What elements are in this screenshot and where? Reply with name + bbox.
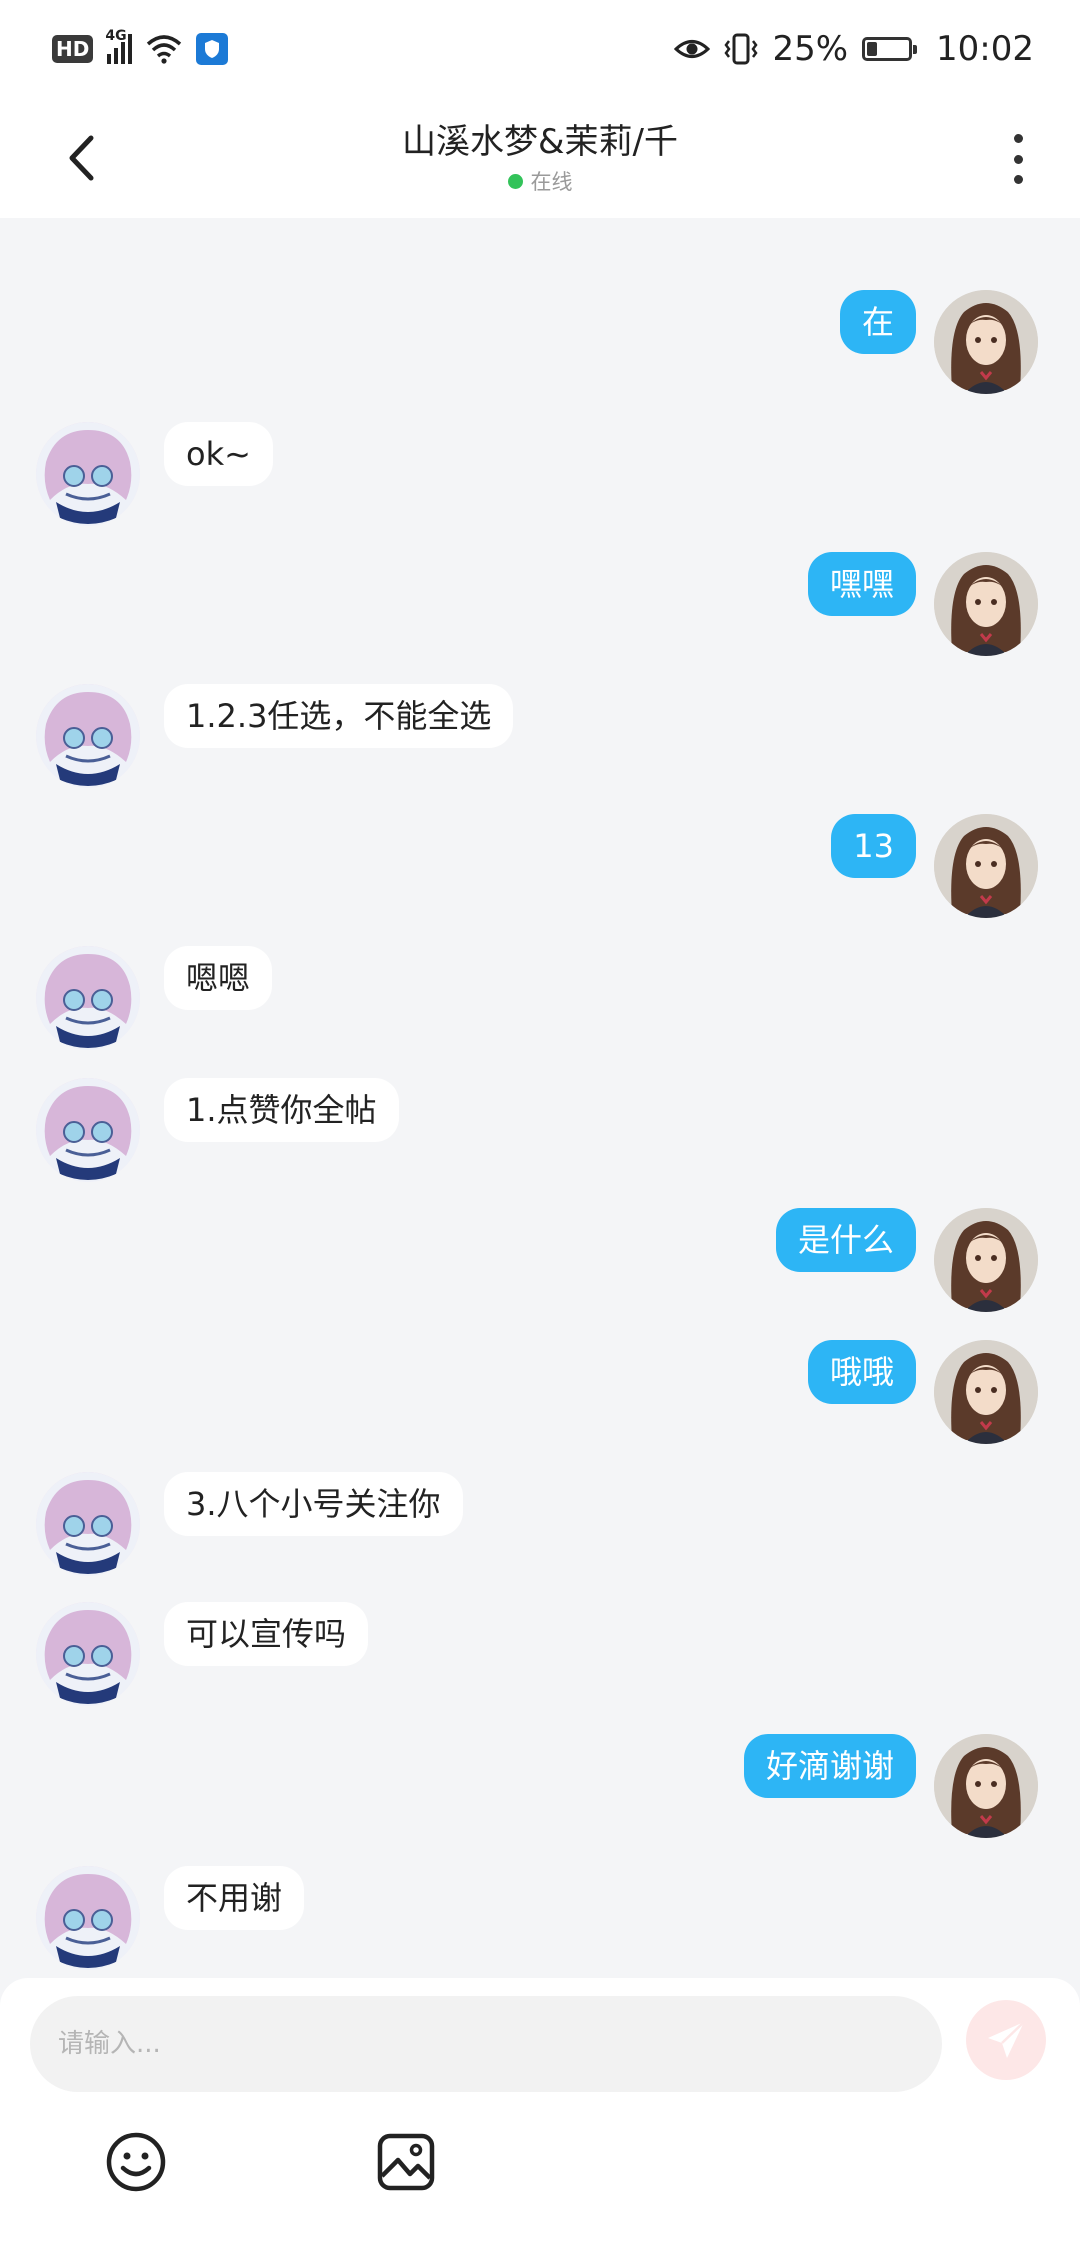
- sent-message-bubble[interactable]: 在: [839, 290, 916, 354]
- received-message-bubble[interactable]: 1.2.3任选，不能全选: [164, 684, 514, 748]
- received-message-bubble[interactable]: 嗯嗯: [164, 946, 273, 1010]
- chat-header: 山溪水梦&茉莉/千 在线: [0, 98, 1080, 218]
- received-message-bubble[interactable]: ok~: [164, 422, 273, 486]
- eye-icon: [674, 36, 711, 62]
- image-button[interactable]: [374, 2130, 438, 2194]
- sent-message-bubble[interactable]: 哦哦: [807, 1340, 916, 1404]
- contact-avatar[interactable]: [36, 946, 140, 1050]
- sent-message-bubble[interactable]: 好滴谢谢: [743, 1734, 916, 1798]
- received-message-bubble[interactable]: 可以宣传吗: [164, 1602, 369, 1666]
- online-label: 在线: [530, 170, 573, 194]
- my-avatar[interactable]: [934, 1340, 1038, 1444]
- message-row: 1.点赞你全帖: [0, 1078, 1080, 1182]
- message-row: 嘿嘿: [0, 552, 1080, 656]
- message-row: 可以宣传吗: [0, 1602, 1080, 1706]
- network-type: 4G: [105, 28, 127, 44]
- sent-message-bubble[interactable]: 是什么: [775, 1208, 916, 1272]
- my-avatar[interactable]: [934, 552, 1038, 656]
- message-list[interactable]: 在 ok~ 嘿嘿 1.2.3任选，不能全选 13 嗯嗯 1.点赞你全帖 是什么: [0, 218, 1080, 1978]
- battery-percent: 25%: [772, 29, 849, 69]
- contact-avatar[interactable]: [36, 1602, 140, 1706]
- paper-plane-icon: [988, 2021, 1025, 2058]
- chat-title-area: 山溪水梦&茉莉/千 在线: [0, 120, 1080, 196]
- emoji-button[interactable]: [104, 2130, 168, 2194]
- contact-avatar[interactable]: [36, 1866, 140, 1970]
- contact-name: 山溪水梦&茉莉/千: [402, 122, 678, 162]
- my-avatar[interactable]: [934, 290, 1038, 394]
- message-row: 在: [0, 290, 1080, 394]
- signal-icon: 4G: [105, 28, 133, 64]
- my-avatar[interactable]: [934, 1734, 1038, 1838]
- contact-avatar[interactable]: [36, 422, 140, 526]
- message-row: ok~: [0, 422, 1080, 526]
- message-row: 3.八个小号关注你: [0, 1472, 1080, 1576]
- input-bar: [0, 1978, 1080, 2244]
- contact-avatar[interactable]: [36, 1078, 140, 1182]
- online-status: 在线: [0, 166, 1080, 196]
- battery-fill: [867, 42, 878, 56]
- received-message-bubble[interactable]: 3.八个小号关注你: [164, 1472, 463, 1536]
- more-vertical-icon: [1013, 134, 1023, 143]
- status-right: 25% 10:02: [674, 29, 1034, 69]
- message-input[interactable]: [30, 1996, 942, 2092]
- message-row: 哦哦: [0, 1340, 1080, 1444]
- online-dot: [507, 173, 523, 189]
- message-row: 好滴谢谢: [0, 1734, 1080, 1838]
- message-row: 13: [0, 814, 1080, 918]
- vibrate-icon: [724, 33, 758, 65]
- hd-badge: HD: [52, 35, 94, 63]
- smiley-icon: [106, 2132, 166, 2192]
- wifi-icon: [146, 34, 182, 64]
- image-icon: [377, 2133, 435, 2191]
- my-avatar[interactable]: [934, 814, 1038, 918]
- more-options-button[interactable]: [998, 134, 1038, 184]
- received-message-bubble[interactable]: 1.点赞你全帖: [164, 1078, 399, 1142]
- message-row: 是什么: [0, 1208, 1080, 1312]
- clock: 10:02: [936, 29, 1034, 69]
- status-bar: HD 4G 25% 10:02: [0, 0, 1080, 98]
- sent-message-bubble[interactable]: 嘿嘿: [807, 552, 916, 616]
- message-row: 不用谢: [0, 1866, 1080, 1970]
- sent-message-bubble[interactable]: 13: [831, 814, 916, 878]
- message-row: 嗯嗯: [0, 946, 1080, 1050]
- battery-icon: [862, 37, 918, 61]
- shield-icon: [196, 33, 229, 65]
- send-button[interactable]: [966, 2000, 1046, 2080]
- status-left: HD 4G: [52, 28, 229, 65]
- message-row: 1.2.3任选，不能全选: [0, 684, 1080, 788]
- contact-avatar[interactable]: [36, 684, 140, 788]
- contact-avatar[interactable]: [36, 1472, 140, 1576]
- received-message-bubble[interactable]: 不用谢: [164, 1866, 305, 1930]
- my-avatar[interactable]: [934, 1208, 1038, 1312]
